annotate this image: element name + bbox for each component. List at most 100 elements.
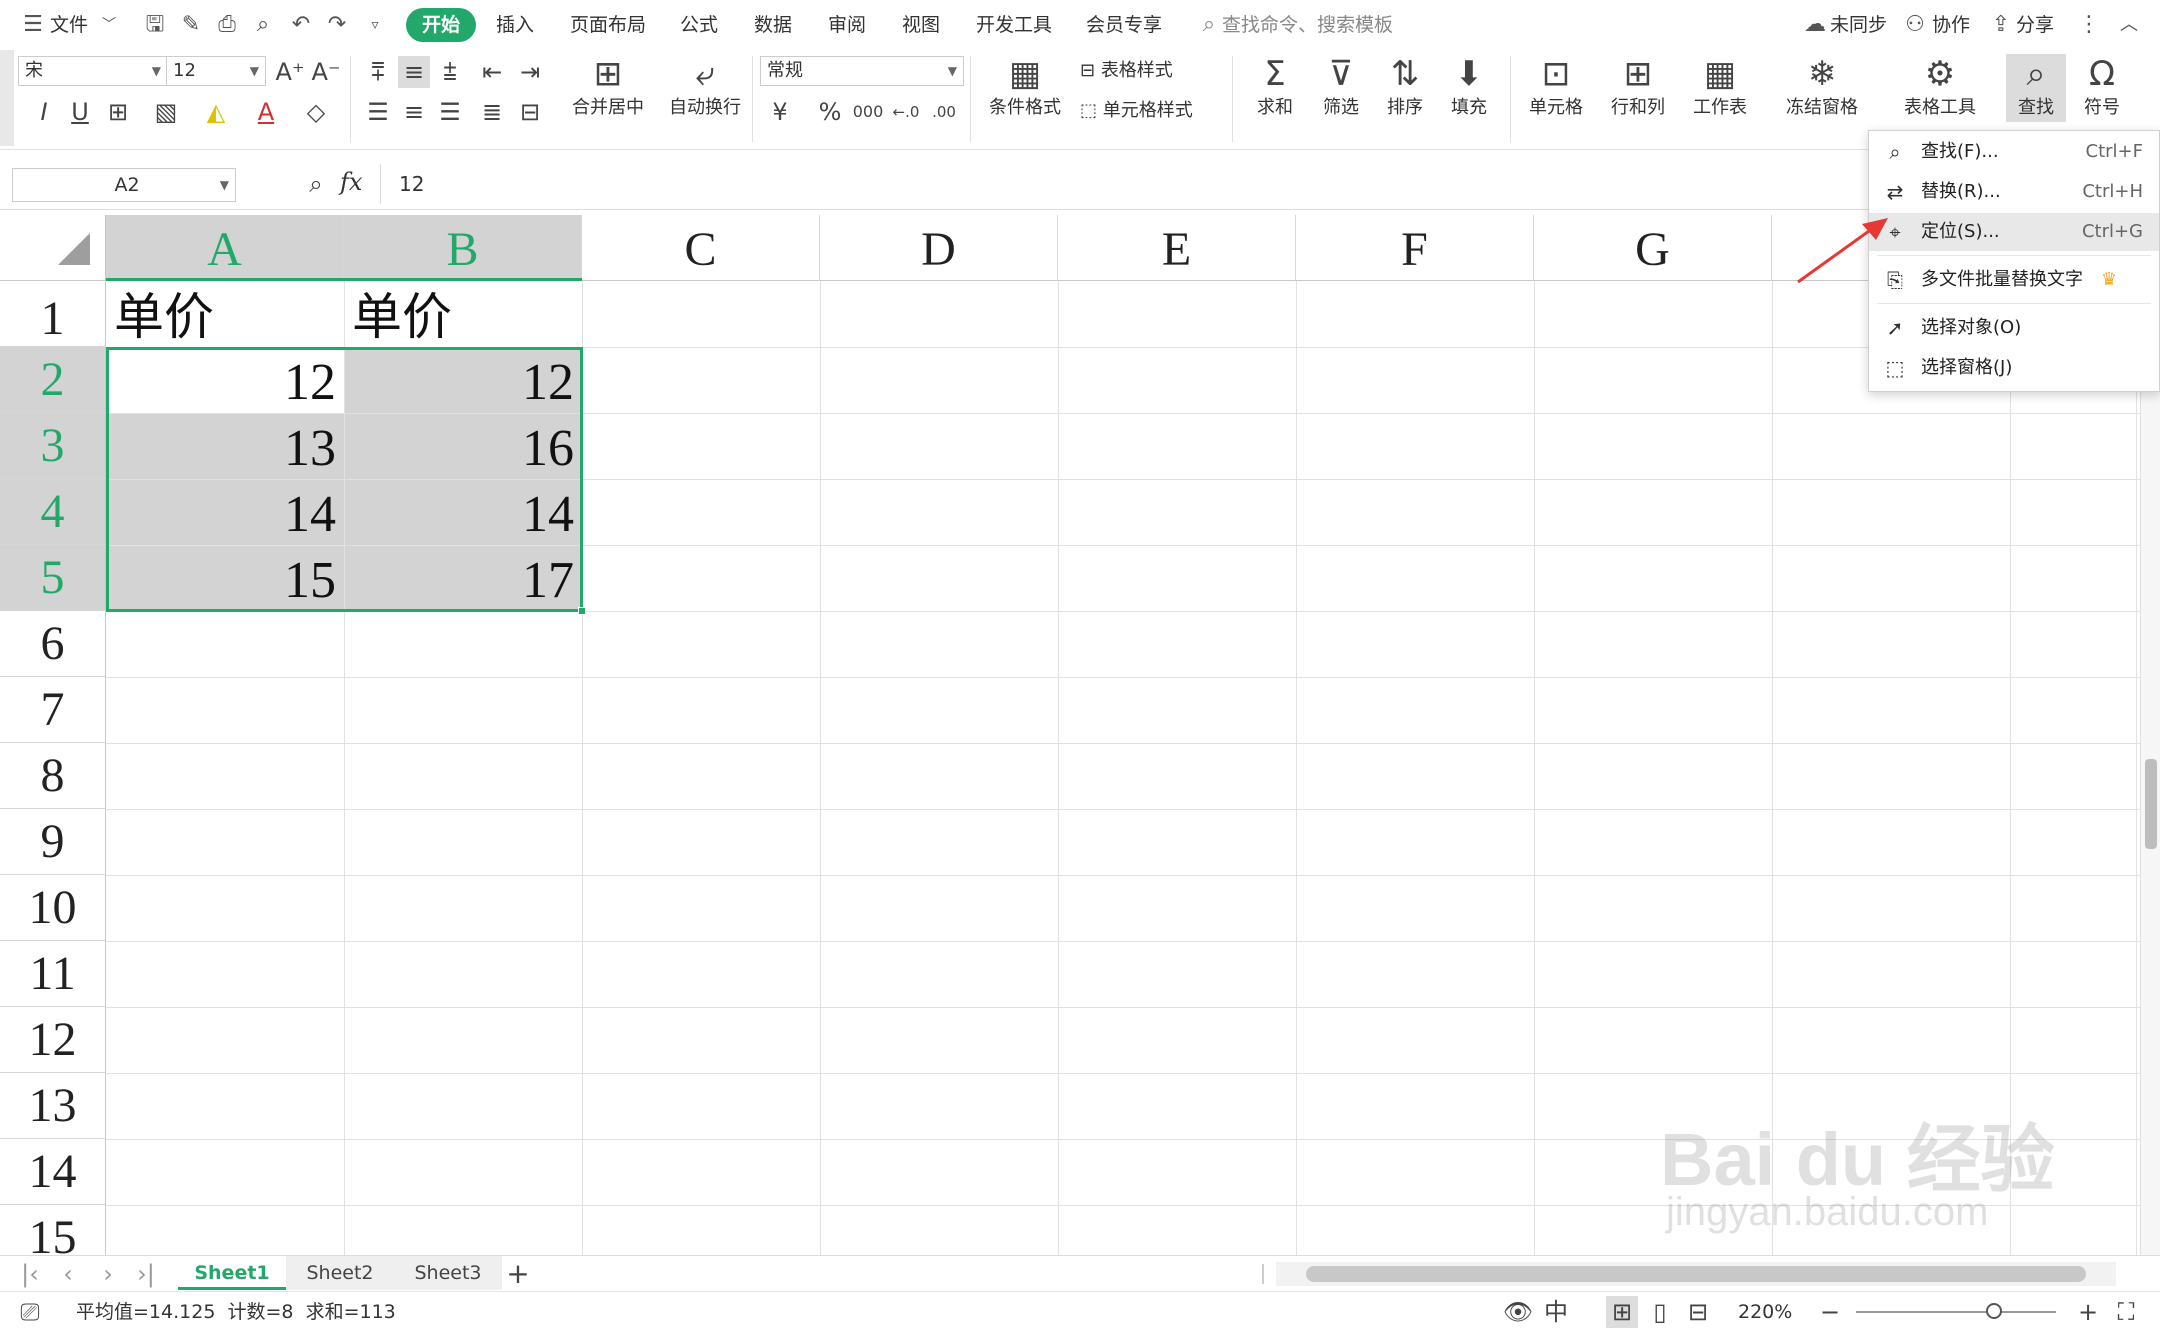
chevron-down-icon[interactable]: ﹀ [94, 10, 124, 40]
tab-formulas[interactable]: 公式 [680, 8, 718, 42]
align-left-icon[interactable]: ☰ [362, 96, 394, 128]
first-sheet-icon[interactable]: |‹ [14, 1258, 46, 1290]
next-sheet-icon[interactable]: › [92, 1258, 124, 1290]
clear-format-icon[interactable]: ◇ [300, 96, 332, 128]
row-header-10[interactable]: 10 [0, 875, 106, 941]
align-right-icon[interactable]: ☰ [434, 96, 466, 128]
share-button[interactable]: 分享 [2016, 8, 2054, 42]
symbol-button[interactable]: Ω 符号 [2072, 54, 2132, 122]
font-size-select[interactable]: 12 ▼ [166, 56, 266, 86]
row-col-button[interactable]: ⊞ 行和列 [1598, 54, 1678, 122]
fx-label[interactable]: fx [340, 168, 362, 196]
sheet-tab-sheet1[interactable]: Sheet1 [178, 1256, 286, 1290]
find-button[interactable]: ⌕ 查找 [2006, 54, 2066, 122]
redo-icon[interactable]: ↷ [322, 10, 352, 40]
menu-item-select-pane[interactable]: ⬚ 选择窗格(J) [1869, 349, 2159, 387]
menu-item-select-object[interactable]: ➚ 选择对象(O) [1869, 309, 2159, 347]
sort-button[interactable]: ⇅ 排序 [1372, 54, 1438, 122]
row-header-2[interactable]: 2 [0, 347, 106, 413]
last-sheet-icon[interactable]: ›| [130, 1258, 162, 1290]
menu-item-goto[interactable]: ⌖ 定位(S)... Ctrl+G [1869, 213, 2159, 251]
table-tools-button[interactable]: ⚙ 表格工具 [1892, 54, 1988, 122]
row-header-7[interactable]: 7 [0, 677, 106, 743]
collab-button[interactable]: 协作 [1932, 8, 1970, 42]
page-break-view-icon[interactable]: ▯ [1644, 1296, 1676, 1328]
table-style-button[interactable]: ⊟ 表格样式 [1080, 56, 1210, 82]
tab-insert[interactable]: 插入 [496, 8, 534, 42]
decrease-decimal-icon[interactable]: .00 [928, 96, 960, 128]
row-header-14[interactable]: 14 [0, 1139, 106, 1205]
ribbon-scroll-left[interactable] [0, 50, 14, 146]
zoom-formula-icon[interactable]: ⌕ [300, 168, 332, 200]
customize-icon[interactable]: ▿ [360, 10, 390, 40]
zoom-slider-thumb[interactable] [1986, 1303, 2002, 1319]
align-center-icon[interactable]: ≡ [398, 96, 430, 128]
reading-view-icon[interactable]: ⊟ [1682, 1296, 1714, 1328]
align-top-icon[interactable]: ⩱ [362, 56, 394, 88]
select-all-corner[interactable] [0, 215, 106, 281]
align-middle-icon[interactable]: ≡ [398, 56, 430, 88]
macro-record-icon[interactable]: ⎚ [14, 1296, 46, 1328]
fill-pattern-icon[interactable]: ▧ [150, 96, 182, 128]
underline-icon[interactable]: U [64, 96, 96, 128]
column-header-e[interactable]: E [1058, 215, 1296, 281]
tab-data[interactable]: 数据 [754, 8, 792, 42]
normal-view-icon[interactable]: ⊞ [1606, 1296, 1638, 1328]
number-format-select[interactable]: 常规 ▼ [760, 56, 964, 86]
row-header-13[interactable]: 13 [0, 1073, 106, 1139]
increase-font-icon[interactable]: A⁺ [274, 56, 306, 88]
horizontal-scroll-thumb[interactable] [1306, 1266, 2086, 1282]
decrease-font-icon[interactable]: A⁻ [310, 56, 342, 88]
row-header-6[interactable]: 6 [0, 611, 106, 677]
column-header-b[interactable]: B [344, 215, 582, 281]
print-icon[interactable]: ⎙ [212, 10, 242, 40]
zoom-slider[interactable] [1856, 1303, 2056, 1319]
tab-member[interactable]: 会员专享 [1086, 8, 1162, 42]
justify-icon[interactable]: ≣ [476, 96, 508, 128]
sync-status[interactable]: 未同步 [1830, 8, 1887, 42]
undo-icon[interactable]: ↶ [286, 10, 316, 40]
italic-icon[interactable]: I [28, 96, 60, 128]
column-header-g[interactable]: G [1534, 215, 1772, 281]
cell-b1[interactable]: 单价 [344, 281, 582, 347]
distributed-icon[interactable]: ⊟ [514, 96, 546, 128]
column-header-a[interactable]: A [106, 215, 344, 281]
zoom-level[interactable]: 220% [1738, 1292, 1792, 1332]
freeze-panes-button[interactable]: ❄ 冻结窗格 [1776, 54, 1868, 122]
menu-item-replace[interactable]: ⇄ 替换(R)... Ctrl+H [1869, 173, 2159, 211]
row-header-4[interactable]: 4 [0, 479, 106, 545]
command-search[interactable]: 查找命令、搜索模板 [1222, 8, 1393, 42]
row-header-9[interactable]: 9 [0, 809, 106, 875]
worksheet-button[interactable]: ▦ 工作表 [1680, 54, 1760, 122]
name-box[interactable]: A2 ▼ [12, 168, 236, 202]
fill-color-icon[interactable]: ◭ [200, 96, 232, 128]
currency-icon[interactable]: ¥ [764, 96, 796, 128]
thousands-icon[interactable]: 000 [852, 96, 884, 128]
font-name-select[interactable]: 宋 ▼ [18, 56, 168, 86]
increase-decimal-icon[interactable]: ←.0 [890, 96, 922, 128]
row-header-1[interactable]: 1 [0, 281, 106, 347]
input-method-icon[interactable]: 中 [1540, 1296, 1572, 1328]
row-header-12[interactable]: 12 [0, 1007, 106, 1073]
column-header-d[interactable]: D [820, 215, 1058, 281]
font-color-icon[interactable]: A [250, 96, 282, 128]
tab-home[interactable]: 开始 [406, 8, 477, 42]
selection-summary[interactable]: 平均值=14.125 计数=8 求和=113 [76, 1292, 396, 1332]
save-icon[interactable]: 🖫 [140, 10, 170, 40]
menu-item-batch-replace[interactable]: ⎘ 多文件批量替换文字 ♛ [1869, 261, 2159, 299]
print-preview-icon[interactable]: ⌕ [248, 10, 278, 40]
vertical-scroll-thumb[interactable] [2145, 759, 2157, 849]
align-bottom-icon[interactable]: ⩲ [434, 56, 466, 88]
hamburger-icon[interactable]: ☰ [18, 10, 48, 40]
tab-page-layout[interactable]: 页面布局 [570, 8, 646, 42]
row-header-5[interactable]: 5 [0, 545, 106, 611]
tab-developer[interactable]: 开发工具 [976, 8, 1052, 42]
merge-center-button[interactable]: ⊞ 合并居中 [560, 54, 656, 122]
increase-indent-icon[interactable]: ⇥ [514, 56, 546, 88]
more-icon[interactable]: ⋮ [2074, 10, 2104, 40]
zoom-out-icon[interactable]: − [1814, 1296, 1846, 1328]
sum-button[interactable]: Σ 求和 [1242, 54, 1308, 122]
format-painter-icon[interactable]: ✎ [176, 10, 206, 40]
column-header-f[interactable]: F [1296, 215, 1534, 281]
add-sheet-icon[interactable]: + [502, 1258, 534, 1290]
